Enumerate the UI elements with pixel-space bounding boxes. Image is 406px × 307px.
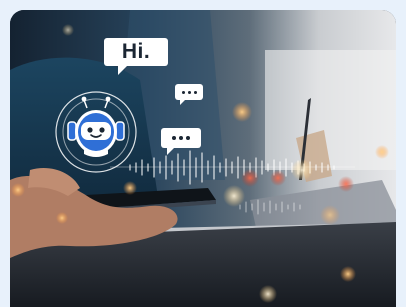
robot-head-icon — [55, 91, 137, 173]
greeting-text: Hi. — [121, 40, 151, 63]
typing-medium-bubble — [161, 128, 201, 155]
greeting-speech-bubble: Hi. — [104, 38, 168, 75]
hero-image: Hi. — [10, 10, 396, 307]
ellipsis-bubble-icon — [172, 136, 190, 140]
typing-small-bubble — [175, 84, 203, 105]
ellipsis-bubble-icon — [181, 90, 197, 94]
